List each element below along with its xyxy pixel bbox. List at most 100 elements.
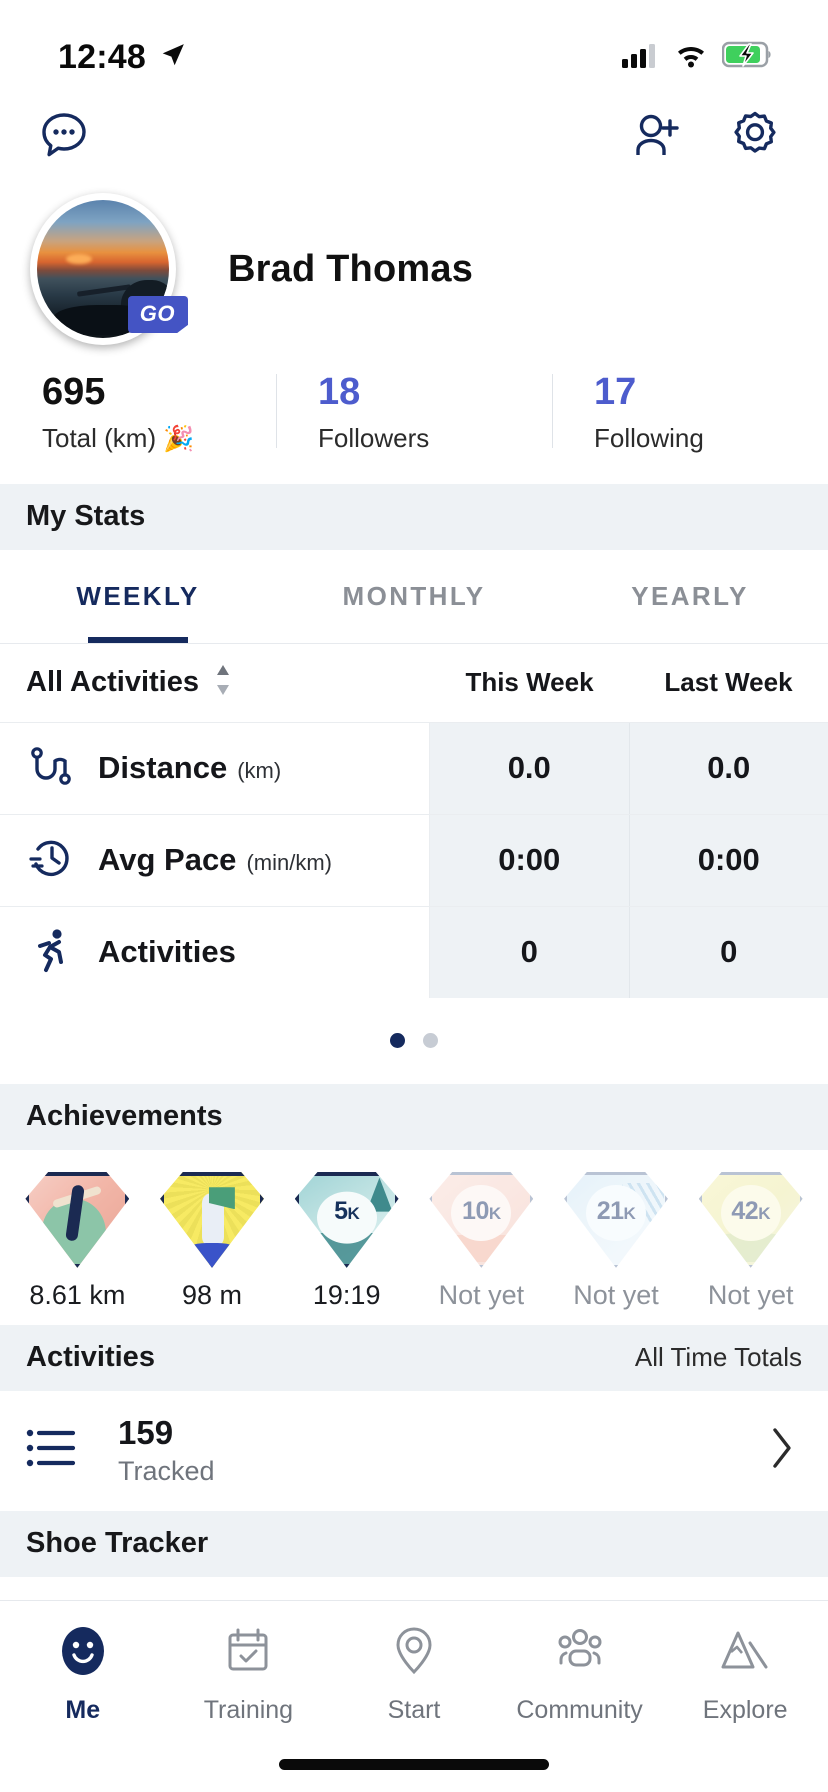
tracked-activities-row[interactable]: 159 Tracked	[0, 1391, 828, 1511]
row-activities-text: Activities	[98, 934, 246, 970]
profile-name: Brad Thomas	[228, 247, 474, 290]
clock-pace-icon	[26, 833, 76, 888]
row-activities-title: Activities	[98, 934, 236, 970]
tab-monthly-label: MONTHLY	[342, 580, 486, 611]
pager-dot-1[interactable]	[390, 1033, 405, 1049]
nav-label-me: Me	[65, 1696, 101, 1724]
stat-followers-label: Followers	[318, 422, 430, 453]
row-distance-title: Distance	[98, 750, 228, 786]
cell-distance-last-week: 0.0	[629, 722, 828, 814]
cell-avg-pace-this-week: 0:00	[430, 814, 630, 906]
tab-yearly[interactable]: YEARLY	[552, 550, 828, 643]
badge-hex-icon: 5K	[294, 1171, 399, 1268]
gear-icon	[734, 111, 776, 153]
profile-header: GO Brad Thomas	[0, 178, 828, 348]
add-person-icon	[636, 114, 679, 155]
badge-medal-label-5: 21K	[596, 1196, 636, 1225]
badge-hex-icon: 10K	[429, 1171, 534, 1268]
tab-monthly[interactable]: MONTHLY	[276, 550, 552, 643]
mountains-icon	[717, 1623, 773, 1684]
row-distance-text: Distance (km)	[98, 750, 281, 786]
nav-item-me[interactable]: Me	[0, 1623, 166, 1725]
nav-item-start[interactable]: Start	[331, 1623, 497, 1725]
tab-weekly[interactable]: WEEKLY	[0, 550, 276, 643]
top-action-right	[630, 108, 782, 162]
achievement-badge-2[interactable]: 98 m	[145, 1171, 280, 1311]
achievement-badge-1[interactable]: 8.61 km	[10, 1171, 145, 1311]
badge-medal-label-6: 42K	[731, 1196, 770, 1225]
achievement-caption-6: Not yet	[707, 1279, 794, 1310]
nav-item-explore[interactable]: Explore	[662, 1623, 828, 1725]
shoe-tracker-title: Shoe Tracker	[26, 1527, 209, 1560]
route-distance-icon	[26, 741, 76, 796]
shoe-tracker-section-header: Shoe Tracker	[0, 1510, 828, 1577]
stat-total-label: Total (km) 🎉	[42, 423, 276, 454]
tab-yearly-label: YEARLY	[631, 580, 749, 611]
stats-pager	[0, 998, 828, 1084]
wifi-icon	[674, 42, 708, 73]
list-icon	[26, 1424, 78, 1477]
achievement-caption-2: 98 m	[181, 1279, 243, 1310]
achievements-section-header: Achievements	[0, 1083, 828, 1150]
status-bar-left: 12:48	[58, 38, 186, 77]
status-bar: 12:48	[0, 0, 828, 92]
row-avg-pace-text: Avg Pace (min/km)	[98, 842, 332, 878]
location-pin-icon	[386, 1623, 442, 1684]
row-label-activities: Activities	[0, 906, 430, 998]
battery-charging-icon	[721, 41, 774, 73]
status-bar-right	[622, 41, 774, 73]
settings-button[interactable]	[728, 108, 782, 162]
stat-total-label-text: Total (km)	[42, 422, 157, 453]
stat-following[interactable]: 17 Following	[552, 370, 828, 454]
achievements-title: Achievements	[26, 1100, 223, 1133]
party-popper-emoji: 🎉	[163, 424, 195, 453]
location-arrow-icon	[160, 42, 186, 73]
stat-followers-value: 18	[318, 371, 361, 413]
sort-updown-icon[interactable]	[213, 663, 233, 702]
achievement-badge-3[interactable]: 5K 19:19	[279, 1171, 414, 1311]
cell-activities-this-week: 0	[430, 906, 630, 998]
status-time: 12:48	[58, 37, 146, 76]
app-screen: 12:48 GO Brad Thomas 695 Total (km) 🎉 18…	[0, 0, 828, 1792]
table-row-avg-pace[interactable]: Avg Pace (min/km) 0:00 0:00	[0, 813, 828, 906]
achievement-caption-3: 19:19	[312, 1279, 381, 1310]
tracked-count: 159	[118, 1414, 174, 1452]
achievement-badge-5[interactable]: 21K Not yet	[549, 1171, 684, 1311]
badge-hex-icon	[25, 1171, 130, 1268]
activities-all-time-totals: All Time Totals	[634, 1342, 802, 1373]
table-row-activities[interactable]: Activities 0 0	[0, 905, 828, 998]
add-friend-button[interactable]	[630, 109, 682, 161]
chat-bubble-icon	[42, 113, 86, 157]
activities-title: Activities	[26, 1341, 155, 1374]
tab-weekly-label: WEEKLY	[76, 580, 200, 611]
bottom-navigation: Me Training Start Community Explore	[0, 1600, 828, 1792]
nav-label-community: Community	[516, 1696, 643, 1724]
stat-followers[interactable]: 18 Followers	[276, 370, 552, 454]
activity-filter[interactable]: All Activities	[0, 663, 430, 702]
messages-button[interactable]	[36, 108, 92, 162]
top-action-bar	[0, 92, 828, 178]
cell-activities-last-week: 0	[629, 906, 828, 998]
badge-hex-icon: 21K	[564, 1171, 669, 1268]
table-row-distance[interactable]: Distance (km) 0.0 0.0	[0, 721, 828, 814]
activity-filter-label: All Activities	[26, 666, 199, 699]
achievement-caption-1: 8.61 km	[29, 1279, 126, 1310]
nav-item-community[interactable]: Community	[497, 1623, 663, 1725]
profile-stats-row: 695 Total (km) 🎉 18 Followers 17 Followi…	[0, 348, 828, 484]
pager-dot-2[interactable]	[423, 1033, 438, 1049]
avatar[interactable]: GO	[30, 193, 188, 345]
calendar-check-icon	[220, 1623, 276, 1684]
stats-table-header: All Activities This Week Last Week	[0, 644, 828, 722]
stat-total-km: 695 Total (km) 🎉	[0, 370, 276, 454]
cellular-signal-icon	[622, 42, 660, 73]
nav-item-training[interactable]: Training	[166, 1623, 332, 1725]
achievements-badge-list: 8.61 km 98 m 5K 19:19 10K Not yet 21K No…	[0, 1150, 828, 1325]
my-stats-title: My Stats	[26, 500, 146, 533]
row-label-avg-pace: Avg Pace (min/km)	[0, 814, 430, 906]
chevron-right-icon[interactable]	[768, 1424, 796, 1477]
column-header-last-week: Last Week	[664, 667, 793, 698]
achievement-badge-4[interactable]: 10K Not yet	[414, 1171, 549, 1311]
tracked-label: Tracked	[118, 1456, 215, 1487]
achievement-badge-6[interactable]: 42K Not yet	[683, 1171, 818, 1311]
column-header-this-week: This Week	[465, 667, 594, 698]
